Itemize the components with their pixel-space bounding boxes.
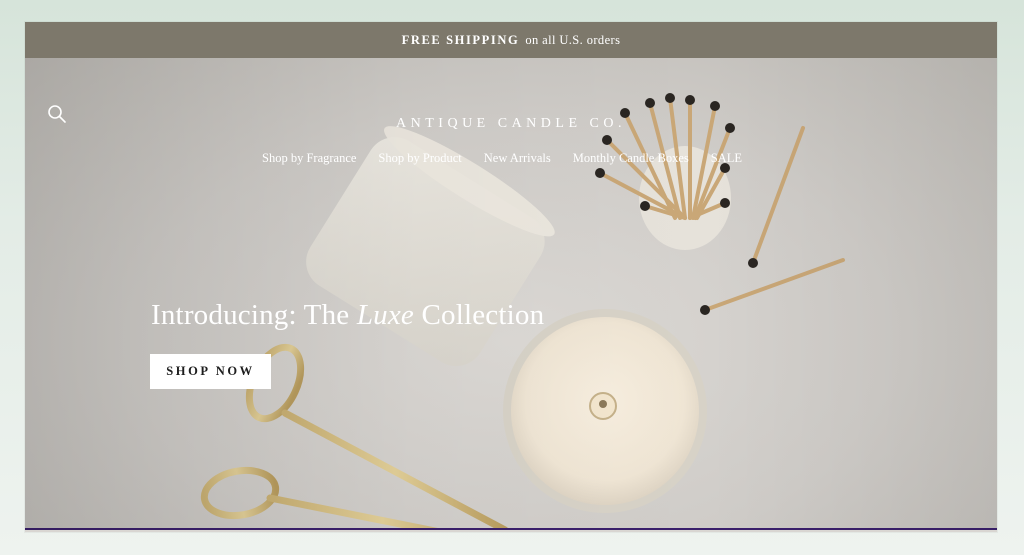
hero-headline: Introducing: The Luxe Collection (151, 299, 544, 332)
brand-logo[interactable]: ANTIQUE CANDLE CO. (25, 116, 997, 132)
hero-headline-after: Collection (414, 299, 545, 331)
hero-bottom-accent (25, 528, 997, 530)
announcement-bar: FREE SHIPPING on all U.S. orders (25, 22, 997, 58)
shop-now-button[interactable]: SHOP NOW (150, 354, 271, 389)
main-nav: Shop by Fragrance Shop by Product New Ar… (25, 151, 997, 166)
nav-sale[interactable]: SALE (711, 151, 742, 166)
nav-monthly-candle-boxes[interactable]: Monthly Candle Boxes (573, 151, 689, 166)
page-frame: FREE SHIPPING on all U.S. orders ANTIQUE… (25, 22, 997, 532)
nav-new-arrivals[interactable]: New Arrivals (484, 151, 551, 166)
hero-headline-em: Luxe (356, 299, 414, 331)
announcement-text: on all U.S. orders (525, 32, 621, 47)
announcement-strong: FREE SHIPPING (401, 32, 520, 47)
nav-shop-by-fragrance[interactable]: Shop by Fragrance (262, 151, 356, 166)
hero-banner: ANTIQUE CANDLE CO. Shop by Fragrance Sho… (25, 58, 997, 530)
nav-shop-by-product[interactable]: Shop by Product (378, 151, 461, 166)
hero-headline-before: Introducing: The (151, 299, 357, 331)
